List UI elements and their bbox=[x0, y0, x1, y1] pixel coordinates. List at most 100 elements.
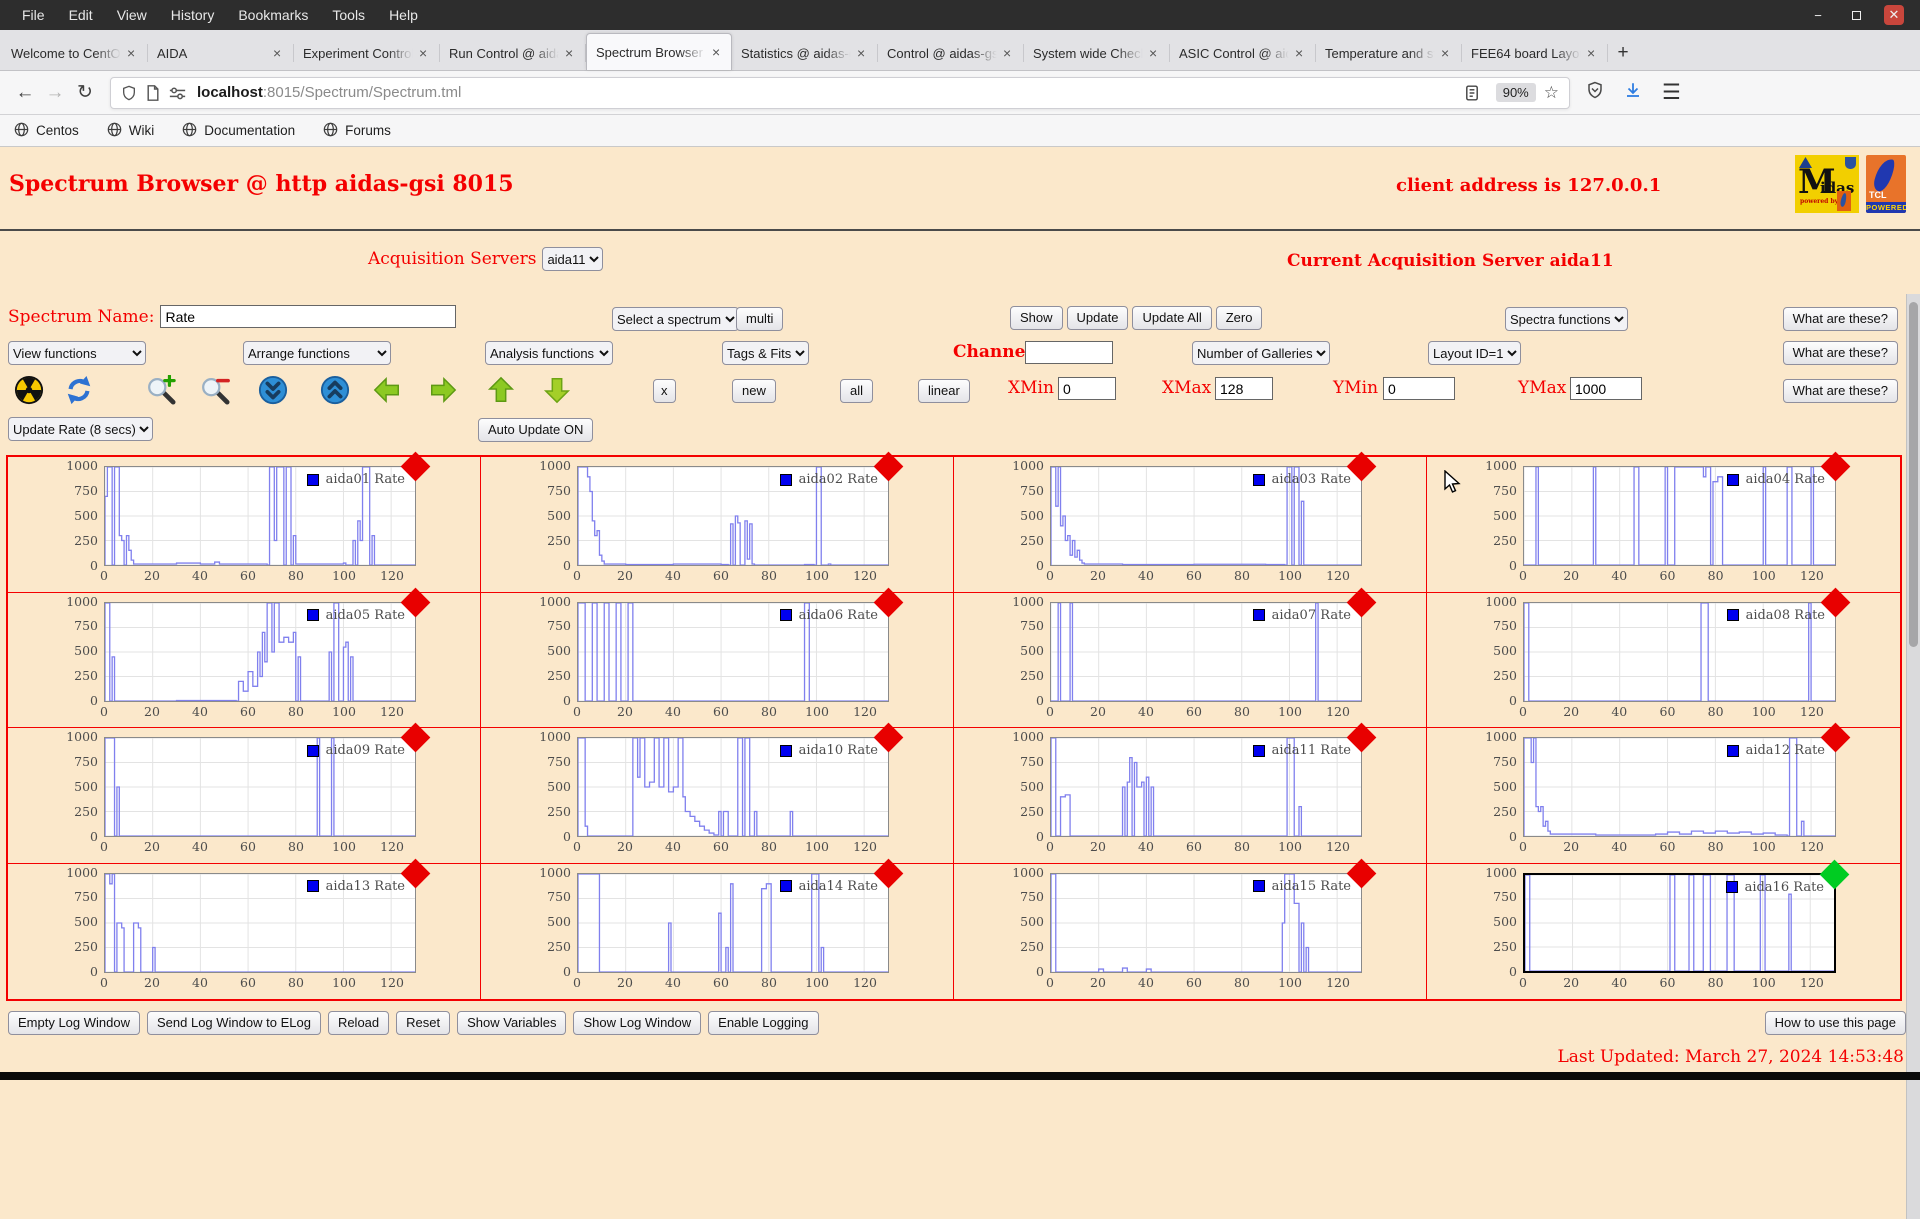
ymin-input[interactable] bbox=[1383, 377, 1455, 400]
spectrum-chart-aida16[interactable]: 10007505002500 aida16 Rate 0204060801001… bbox=[1427, 864, 1900, 1000]
tab-close-icon[interactable]: × bbox=[1149, 45, 1157, 61]
spectrum-chart-aida13[interactable]: 10007505002500 aida13 Rate 0204060801001… bbox=[8, 864, 481, 1000]
zoom-in-icon[interactable] bbox=[146, 375, 176, 405]
forward-button[interactable]: → bbox=[40, 78, 70, 108]
bookmark-star-icon[interactable]: ☆ bbox=[1544, 83, 1559, 103]
reload-button[interactable]: Reload bbox=[328, 1011, 389, 1035]
tab-temperature-and-stat[interactable]: Temperature and stat× bbox=[1316, 36, 1462, 70]
chart-plot-area[interactable]: aida09 Rate bbox=[104, 737, 416, 837]
update-button[interactable]: Update bbox=[1067, 306, 1129, 330]
enable-logging-button[interactable]: Enable Logging bbox=[708, 1011, 818, 1035]
tab-close-icon[interactable]: × bbox=[1295, 45, 1303, 61]
maximize-button[interactable] bbox=[1846, 5, 1866, 25]
tab-asic-control-aidas[interactable]: ASIC Control @ aidas× bbox=[1170, 36, 1316, 70]
tab-control-aidas-gsi[interactable]: Control @ aidas-gsi× bbox=[878, 36, 1024, 70]
spectrum-chart-aida09[interactable]: 10007505002500 aida09 Rate 0204060801001… bbox=[8, 728, 481, 864]
minimize-button[interactable]: − bbox=[1808, 5, 1828, 25]
chart-plot-area[interactable]: aida08 Rate bbox=[1523, 602, 1836, 702]
tab-spectrum-browser[interactable]: Spectrum Browser @× bbox=[586, 33, 732, 70]
chart-plot-area[interactable]: aida11 Rate bbox=[1050, 737, 1362, 837]
what-are-these-button-3[interactable]: What are these? bbox=[1783, 379, 1898, 403]
chart-plot-area[interactable]: aida16 Rate bbox=[1523, 873, 1836, 973]
page-scrollbar[interactable] bbox=[1906, 294, 1920, 1219]
menu-history[interactable]: History bbox=[159, 7, 227, 23]
zoom-level-badge[interactable]: 90% bbox=[1496, 83, 1536, 102]
url-bar[interactable]: localhost:8015/Spectrum/Spectrum.tml 90%… bbox=[110, 77, 1570, 109]
refresh-icon[interactable] bbox=[64, 375, 94, 405]
tab-close-icon[interactable]: × bbox=[712, 44, 720, 60]
xmax-input[interactable] bbox=[1215, 377, 1273, 400]
pocket-icon[interactable] bbox=[1586, 81, 1604, 104]
linear-button[interactable]: linear bbox=[918, 379, 970, 403]
bookmark-centos[interactable]: Centos bbox=[14, 122, 79, 140]
scroll-up-icon[interactable] bbox=[320, 375, 350, 405]
chart-plot-area[interactable]: aida10 Rate bbox=[577, 737, 889, 837]
zero-button[interactable]: Zero bbox=[1216, 306, 1263, 330]
spectrum-chart-aida01[interactable]: 10007505002500 aida01 Rate 0204060801001… bbox=[8, 457, 481, 593]
tab-close-icon[interactable]: × bbox=[1441, 45, 1449, 61]
chart-plot-area[interactable]: aida12 Rate bbox=[1523, 737, 1836, 837]
arrow-up-icon[interactable] bbox=[486, 375, 516, 405]
channel-input[interactable] bbox=[1025, 341, 1113, 364]
what-are-these-button-2[interactable]: What are these? bbox=[1783, 341, 1898, 365]
update-all-button[interactable]: Update All bbox=[1132, 306, 1211, 330]
tab-close-icon[interactable]: × bbox=[1003, 45, 1011, 61]
shield-icon[interactable] bbox=[121, 85, 137, 101]
new-tab-button[interactable]: + bbox=[1608, 36, 1638, 70]
back-button[interactable]: ← bbox=[10, 78, 40, 108]
spectrum-chart-aida02[interactable]: 10007505002500 aida02 Rate 0204060801001… bbox=[481, 457, 954, 593]
arrange-functions-dropdown[interactable]: Arrange functions bbox=[243, 341, 391, 365]
zoom-out-icon[interactable] bbox=[200, 375, 230, 405]
tab-fee64-board-layout-p[interactable]: FEE64 board Layout p× bbox=[1462, 36, 1608, 70]
tags-fits-dropdown[interactable]: Tags & Fits bbox=[722, 341, 809, 365]
layout-id-dropdown[interactable]: Layout ID=1 bbox=[1428, 341, 1521, 365]
x-button[interactable]: x bbox=[653, 379, 676, 403]
chart-plot-area[interactable]: aida01 Rate bbox=[104, 466, 416, 566]
tab-close-icon[interactable]: × bbox=[1587, 45, 1595, 61]
xmin-input[interactable] bbox=[1058, 377, 1116, 400]
acquisition-server-select[interactable]: aida11 bbox=[542, 247, 603, 271]
select-spectrum-dropdown[interactable]: Select a spectrum bbox=[612, 307, 739, 331]
page-info-icon[interactable] bbox=[146, 85, 160, 101]
tab-close-icon[interactable]: × bbox=[419, 45, 427, 61]
what-are-these-button-1[interactable]: What are these? bbox=[1783, 307, 1898, 331]
chart-plot-area[interactable]: aida03 Rate bbox=[1050, 466, 1362, 566]
chart-plot-area[interactable]: aida15 Rate bbox=[1050, 873, 1362, 973]
spectrum-chart-aida14[interactable]: 10007505002500 aida14 Rate 0204060801001… bbox=[481, 864, 954, 1000]
update-rate-dropdown[interactable]: Update Rate (8 secs) bbox=[8, 417, 153, 441]
reset-button[interactable]: Reset bbox=[396, 1011, 450, 1035]
tab-close-icon[interactable]: × bbox=[273, 45, 281, 61]
arrow-down-icon[interactable] bbox=[542, 375, 572, 405]
view-functions-dropdown[interactable]: View functions bbox=[8, 341, 146, 365]
tab-welcome-to-centos[interactable]: Welcome to CentOS× bbox=[2, 36, 148, 70]
menu-hamburger-icon[interactable]: ☰ bbox=[1662, 80, 1681, 105]
menu-view[interactable]: View bbox=[105, 7, 159, 23]
menu-help[interactable]: Help bbox=[377, 7, 430, 23]
how-to-use-button[interactable]: How to use this page bbox=[1765, 1011, 1906, 1035]
tab-system-wide-checks[interactable]: System wide Checks× bbox=[1024, 36, 1170, 70]
downloads-icon[interactable] bbox=[1624, 81, 1642, 104]
tab-close-icon[interactable]: × bbox=[127, 45, 135, 61]
scrollbar-thumb[interactable] bbox=[1909, 302, 1918, 647]
spectrum-chart-aida08[interactable]: 10007505002500 aida08 Rate 0204060801001… bbox=[1427, 593, 1900, 729]
auto-update-button[interactable]: Auto Update ON bbox=[478, 418, 593, 442]
scroll-down-icon[interactable] bbox=[258, 375, 288, 405]
show-button[interactable]: Show bbox=[1010, 306, 1063, 330]
tab-aida[interactable]: AIDA× bbox=[148, 36, 294, 70]
close-button[interactable]: ✕ bbox=[1884, 5, 1904, 25]
bookmark-forums[interactable]: Forums bbox=[323, 122, 391, 140]
menu-tools[interactable]: Tools bbox=[320, 7, 377, 23]
spectrum-chart-aida12[interactable]: 10007505002500 aida12 Rate 0204060801001… bbox=[1427, 728, 1900, 864]
chart-plot-area[interactable]: aida06 Rate bbox=[577, 602, 889, 702]
chart-plot-area[interactable]: aida07 Rate bbox=[1050, 602, 1362, 702]
spectrum-name-input[interactable] bbox=[160, 305, 456, 328]
spectrum-chart-aida05[interactable]: 10007505002500 aida05 Rate 0204060801001… bbox=[8, 593, 481, 729]
tab-close-icon[interactable]: × bbox=[565, 45, 573, 61]
radiation-icon[interactable] bbox=[14, 375, 44, 405]
chart-plot-area[interactable]: aida13 Rate bbox=[104, 873, 416, 973]
spectrum-chart-aida10[interactable]: 10007505002500 aida10 Rate 0204060801001… bbox=[481, 728, 954, 864]
arrow-left-icon[interactable] bbox=[372, 375, 402, 405]
all-button[interactable]: all bbox=[840, 379, 873, 403]
spectrum-chart-aida11[interactable]: 10007505002500 aida11 Rate 0204060801001… bbox=[954, 728, 1427, 864]
chart-plot-area[interactable]: aida04 Rate bbox=[1523, 466, 1836, 566]
